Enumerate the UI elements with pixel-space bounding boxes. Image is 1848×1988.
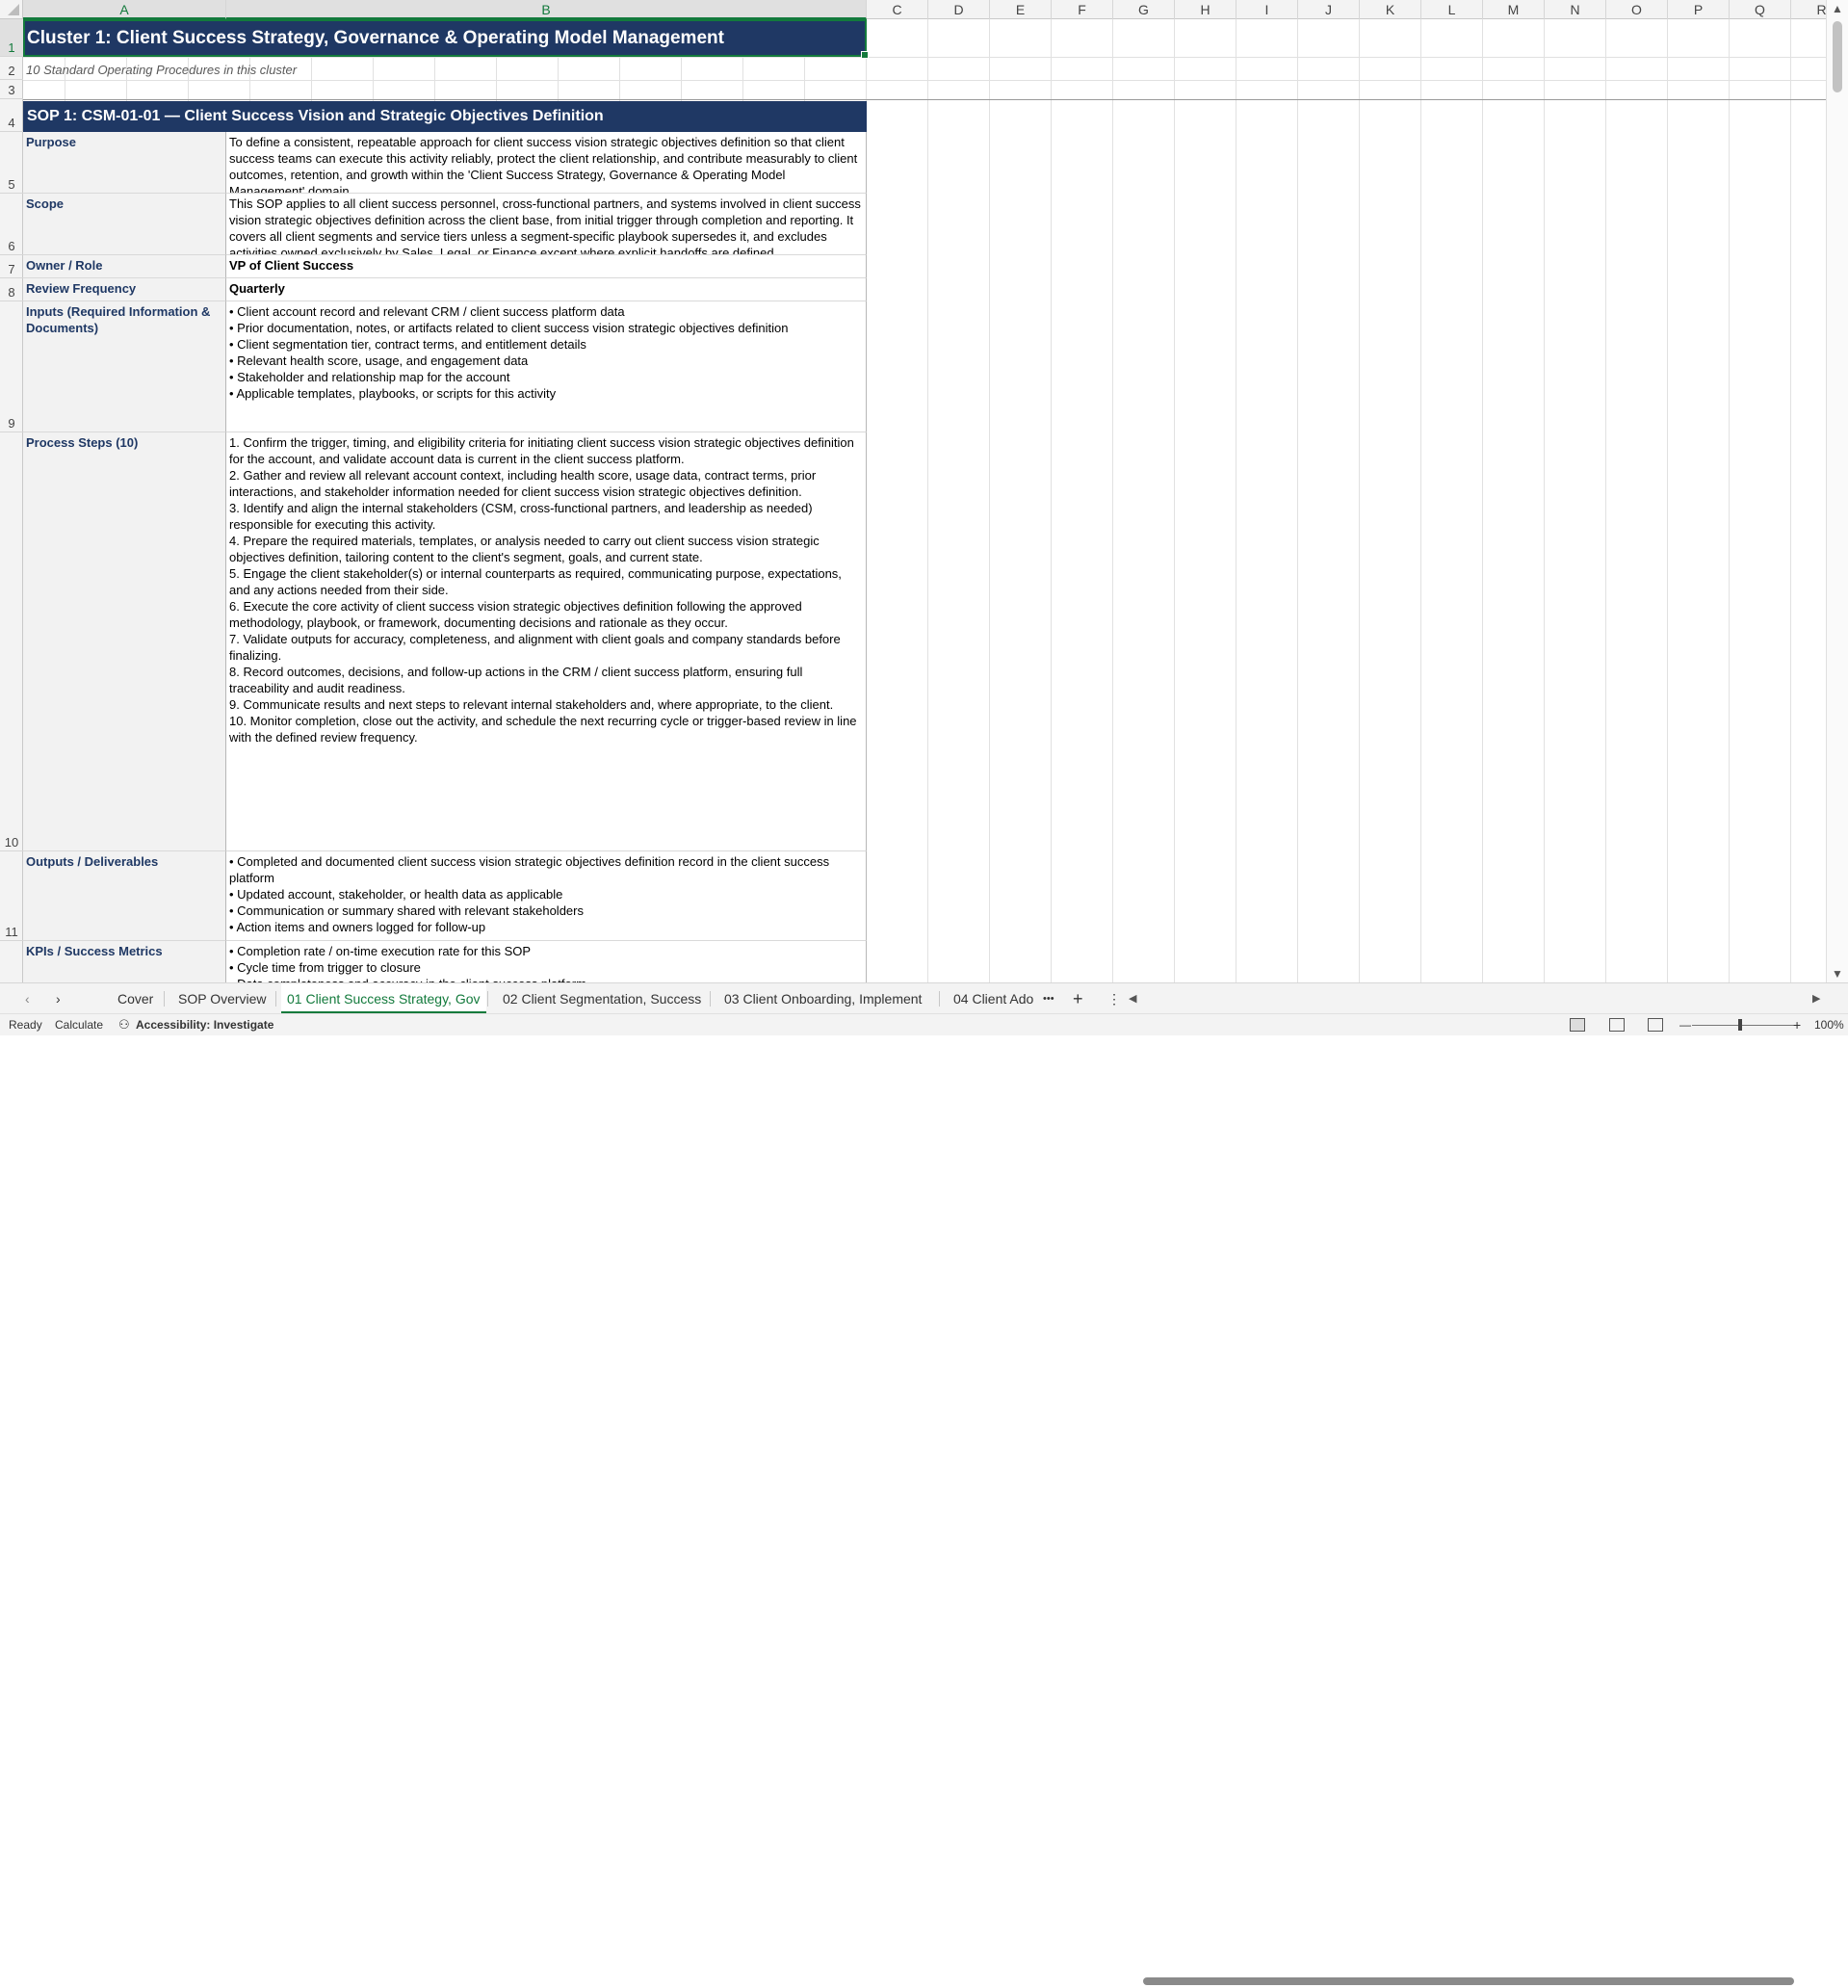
sheet-tab-bar: ‹ › Cover SOP Overview 01 Client Success… (0, 982, 1848, 1985)
row-header-5[interactable]: 5 (0, 132, 23, 194)
kpis-text[interactable]: • Completion rate / on-time execution ra… (226, 941, 867, 982)
cluster-subtitle[interactable]: 10 Standard Operating Procedures in this… (23, 60, 867, 79)
zoom-slider-thumb[interactable] (1738, 1019, 1742, 1031)
horizontal-scrollbar[interactable] (1132, 1975, 1806, 1988)
zoom-level[interactable]: 100% (1814, 1014, 1844, 1035)
column-header-l[interactable]: L (1421, 0, 1483, 19)
outputs-text[interactable]: • Completed and documented client succes… (226, 851, 867, 941)
add-sheet-button[interactable]: + (1073, 983, 1083, 1014)
column-header-k[interactable]: K (1360, 0, 1421, 19)
zoom-in-button[interactable]: + (1793, 1014, 1801, 1035)
column-header-j[interactable]: J (1298, 0, 1360, 19)
tab-options-icon[interactable]: ⋮ (1107, 983, 1121, 1014)
purpose-label[interactable]: Purpose (23, 132, 226, 194)
tab-sop-overview[interactable]: SOP Overview (178, 983, 267, 1014)
row-header-4[interactable]: 4 (0, 99, 23, 132)
row-header-8[interactable]: 8 (0, 278, 23, 301)
select-all-corner[interactable] (0, 0, 23, 19)
row-header-bar[interactable]: 1 2 3 4 5 6 7 8 9 10 11 (0, 19, 23, 982)
column-header-d[interactable]: D (928, 0, 990, 19)
status-bar: Ready Calculate ⚇ Accessibility: Investi… (0, 1013, 1848, 1035)
zoom-out-button[interactable]: — (1679, 1014, 1691, 1035)
accessibility-icon[interactable]: ⚇ (118, 1014, 130, 1035)
accessibility-status[interactable]: Accessibility: Investigate (136, 1014, 273, 1035)
column-header-e[interactable]: E (990, 0, 1052, 19)
column-header-n[interactable]: N (1545, 0, 1606, 19)
process-steps-text[interactable]: 1. Confirm the trigger, timing, and elig… (226, 432, 867, 851)
calculate-button[interactable]: Calculate (55, 1014, 103, 1035)
hscroll-left-icon[interactable]: ◀ (1129, 983, 1136, 1014)
column-header-q[interactable]: Q (1730, 0, 1791, 19)
row-header-7[interactable]: 7 (0, 255, 23, 278)
column-header-m[interactable]: M (1483, 0, 1545, 19)
more-sheets-icon[interactable]: ••• (1043, 983, 1054, 1014)
scope-text[interactable]: This SOP applies to all client success p… (226, 194, 867, 255)
column-header-b[interactable]: B (226, 0, 867, 19)
scope-label[interactable]: Scope (23, 194, 226, 255)
column-header-f[interactable]: F (1052, 0, 1113, 19)
sop-header[interactable]: SOP 1: CSM-01-01 — Client Success Vision… (23, 101, 867, 132)
horizontal-scroll-thumb[interactable] (1143, 1977, 1794, 1985)
column-header-g[interactable]: G (1113, 0, 1175, 19)
outputs-label[interactable]: Outputs / Deliverables (23, 851, 226, 941)
row-header-3[interactable]: 3 (0, 80, 23, 99)
row-header-1[interactable]: 1 (0, 19, 23, 57)
spreadsheet-grid[interactable]: Cluster 1: Client Success Strategy, Gove… (0, 0, 1848, 982)
process-steps-label[interactable]: Process Steps (10) (23, 432, 226, 851)
cluster-title[interactable]: Cluster 1: Client Success Strategy, Gove… (23, 20, 867, 57)
column-header-h[interactable]: H (1175, 0, 1236, 19)
tab-cover[interactable]: Cover (117, 983, 153, 1014)
column-header-c[interactable]: C (867, 0, 928, 19)
purpose-text[interactable]: To define a consistent, repeatable appro… (226, 132, 867, 194)
row-header-9[interactable]: 9 (0, 301, 23, 432)
owner-value[interactable]: VP of Client Success (226, 255, 867, 278)
tab-03-client-onboarding[interactable]: 03 Client Onboarding, Implement (724, 983, 922, 1014)
normal-view-icon[interactable] (1570, 1018, 1585, 1032)
hscroll-right-icon[interactable]: ▶ (1812, 983, 1820, 1014)
column-header-i[interactable]: I (1236, 0, 1298, 19)
page-layout-view-icon[interactable] (1609, 1018, 1625, 1032)
row-header-2[interactable]: 2 (0, 57, 23, 80)
inputs-label[interactable]: Inputs (Required Information & Documents… (23, 301, 226, 432)
scroll-down-icon[interactable]: ▼ (1832, 967, 1843, 981)
tab-02-client-segmentation[interactable]: 02 Client Segmentation, Success (503, 983, 701, 1014)
column-header-bar[interactable]: ABCDEFGHIJKLMNOPQR (0, 0, 1827, 19)
page-break-preview-icon[interactable] (1648, 1018, 1663, 1032)
scroll-up-icon[interactable]: ▲ (1832, 2, 1843, 15)
kpis-label[interactable]: KPIs / Success Metrics (23, 941, 226, 982)
next-sheet-icon[interactable]: › (56, 983, 61, 1014)
row-header-10[interactable]: 10 (0, 432, 23, 851)
vertical-scrollbar[interactable]: ▲ ▼ (1826, 0, 1848, 982)
frequency-label[interactable]: Review Frequency (23, 278, 226, 301)
tab-01-client-success-strategy[interactable]: 01 Client Success Strategy, Gov (281, 983, 486, 1014)
column-header-a[interactable]: A (23, 0, 226, 19)
vertical-scroll-thumb[interactable] (1833, 21, 1842, 92)
tab-04-client-adoption[interactable]: 04 Client Ado (953, 983, 1033, 1014)
frequency-value[interactable]: Quarterly (226, 278, 867, 301)
column-header-p[interactable]: P (1668, 0, 1730, 19)
prev-sheet-icon[interactable]: ‹ (25, 983, 30, 1014)
row-header-6[interactable]: 6 (0, 194, 23, 255)
status-ready: Ready (9, 1018, 42, 1032)
inputs-text[interactable]: • Client account record and relevant CRM… (226, 301, 867, 432)
row-header-11[interactable]: 11 (0, 851, 23, 941)
zoom-slider[interactable] (1692, 1025, 1794, 1026)
owner-label[interactable]: Owner / Role (23, 255, 226, 278)
column-header-o[interactable]: O (1606, 0, 1668, 19)
